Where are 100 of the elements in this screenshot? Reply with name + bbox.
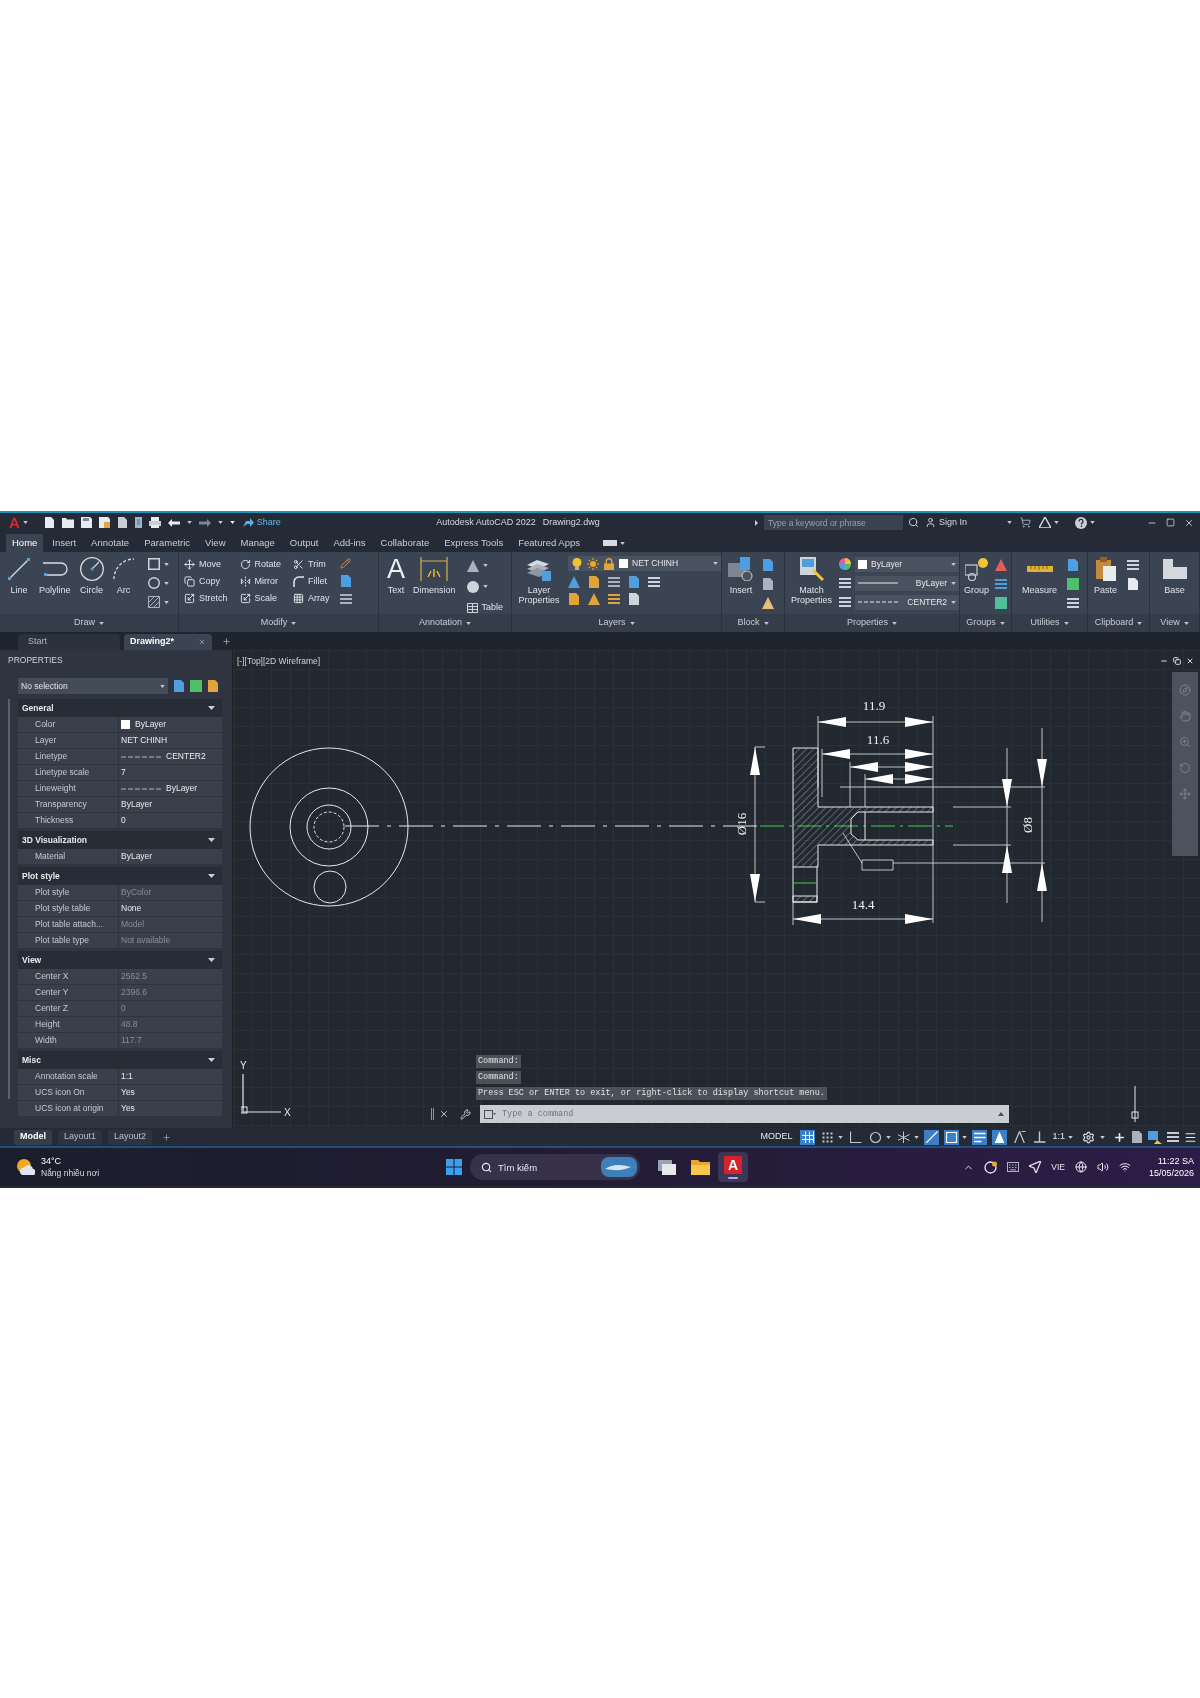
property-value[interactable]: ByLayer	[166, 782, 198, 795]
color-wheel-icon[interactable]	[839, 558, 851, 570]
panel-title-button[interactable]: View	[1150, 614, 1199, 632]
panel-title-button[interactable]: Draw	[0, 614, 178, 632]
property-value[interactable]: 0	[121, 814, 126, 827]
ring-dot-icon[interactable]	[984, 1160, 998, 1174]
page-icon[interactable]	[628, 593, 640, 605]
ribbon-tab[interactable]: Express Tools	[438, 534, 510, 552]
triangle-outline-icon[interactable]	[1012, 1129, 1028, 1145]
panel-title-button[interactable]: Layers	[512, 614, 721, 632]
clock-date[interactable]: 15/05/2026	[1148, 1167, 1194, 1179]
page-icon[interactable]	[568, 593, 580, 605]
ribbon-tab[interactable]: Collaborate	[374, 534, 436, 552]
page-icon[interactable]	[588, 576, 600, 588]
ribbon-tool-button[interactable]: Dimension	[411, 552, 458, 595]
navigation-arrow-icon[interactable]	[1029, 1161, 1042, 1173]
lock-icon[interactable]	[603, 557, 615, 570]
ribbon-tool-button[interactable]: Circle	[77, 552, 106, 595]
window-triangle-icon[interactable]	[1148, 1130, 1162, 1144]
ribbon-tool-button[interactable]: Layer Properties	[516, 552, 562, 605]
close-icon[interactable]	[439, 1109, 449, 1119]
page-icon[interactable]	[1127, 578, 1139, 590]
page-icon[interactable]	[173, 680, 185, 692]
property-value[interactable]: None	[121, 902, 142, 915]
circle-icon[interactable]	[466, 580, 479, 593]
panel-title-button[interactable]: Block	[722, 614, 784, 632]
section-header[interactable]: 3D Visualization	[18, 831, 222, 849]
asterisk-icon[interactable]	[896, 1129, 912, 1145]
ribbon-tab[interactable]: Add-ins	[327, 534, 372, 552]
printer-icon[interactable]	[148, 517, 161, 528]
ribbon-tool-button[interactable]: Table	[466, 599, 504, 616]
property-value[interactable]: ByLayer	[121, 850, 153, 863]
model-space-button[interactable]: MODEL	[757, 1129, 796, 1145]
inverted-t-icon[interactable]	[1032, 1129, 1048, 1145]
diagonal-line-icon[interactable]	[924, 1129, 940, 1145]
volume-icon[interactable]	[1096, 1161, 1109, 1173]
search-field[interactable]: Type a keyword or phrase	[764, 515, 903, 530]
property-value[interactable]: 1:1	[121, 1070, 133, 1083]
ribbon-tool-button[interactable]: Polyline	[37, 552, 73, 595]
ribbon-tab[interactable]: Featured Apps	[512, 534, 586, 552]
ribbon-tool-button[interactable]: Rotate	[239, 556, 282, 573]
lines-icon[interactable]	[1067, 597, 1079, 609]
undo-icon[interactable]	[167, 518, 180, 527]
minimize-icon[interactable]	[1160, 657, 1168, 665]
expand-arrow-icon[interactable]	[755, 519, 758, 526]
document-tab[interactable]: Drawing2*	[124, 634, 212, 650]
bulb-icon[interactable]	[571, 557, 583, 570]
keyboard-icon[interactable]	[1007, 1161, 1020, 1173]
wrench-icon[interactable]	[460, 1108, 471, 1120]
save-as-icon[interactable]	[98, 517, 110, 528]
ribbon-tool-button[interactable]: Match Properties	[789, 552, 834, 605]
section-header[interactable]: Plot style	[18, 867, 222, 885]
page-icon[interactable]	[1131, 1131, 1143, 1143]
close-tab-icon[interactable]	[198, 638, 206, 646]
panel-title-button[interactable]: Properties	[785, 614, 959, 632]
ribbon-tab[interactable]: Annotate	[85, 534, 136, 552]
lines-icon[interactable]	[1167, 1131, 1179, 1143]
property-value[interactable]: ByLayer	[121, 798, 153, 811]
layout-tab[interactable]: Model	[14, 1129, 52, 1145]
circle-icon[interactable]	[868, 1129, 884, 1145]
search-icon[interactable]	[908, 517, 919, 528]
panel-title-button[interactable]: Clipboard	[1088, 614, 1149, 632]
rectangle-icon[interactable]	[147, 558, 160, 570]
ribbon-tab[interactable]: Parametric	[138, 534, 197, 552]
property-value[interactable]: CENTER2	[166, 750, 206, 763]
ribbon-tool-button[interactable]: Paste	[1092, 552, 1119, 595]
panel-title-button[interactable]: Annotation	[379, 614, 511, 632]
panel-title-button[interactable]: Utilities	[1012, 614, 1087, 632]
menu-icon[interactable]	[1184, 1130, 1197, 1144]
lines-icon[interactable]	[972, 1129, 988, 1145]
ribbon-tab[interactable]: Manage	[234, 534, 281, 552]
ribbon-tool-button[interactable]: Move	[184, 556, 228, 573]
right-angle-icon[interactable]	[848, 1129, 864, 1145]
hatch-icon[interactable]	[147, 596, 160, 608]
panel-title-button[interactable]: Groups	[960, 614, 1011, 632]
panel-title-button[interactable]: Modify	[179, 614, 378, 632]
lines-icon[interactable]	[1127, 559, 1139, 571]
redo-icon[interactable]	[198, 518, 211, 527]
ribbon-tool-button[interactable]: Line	[6, 552, 32, 595]
start-menu-icon[interactable]	[446, 1159, 462, 1175]
ribbon-tab[interactable]: Output	[283, 534, 325, 552]
close-icon[interactable]	[1184, 517, 1194, 528]
property-dropdown[interactable]: CENTER2	[855, 594, 959, 610]
command-input-field[interactable]: Type a command	[480, 1105, 1009, 1123]
ribbon-tool-button[interactable]: Trim	[293, 556, 330, 573]
property-value[interactable]: ByLayer	[135, 718, 167, 731]
sun-icon[interactable]	[587, 557, 599, 570]
section-header[interactable]: View	[18, 951, 222, 969]
layer-dropdown[interactable]: NET CHINH	[568, 556, 721, 571]
page-icon[interactable]	[207, 680, 219, 692]
property-value[interactable]: Yes	[121, 1102, 135, 1115]
ribbon-tool-button[interactable]: Insert	[726, 552, 756, 595]
lines-icon[interactable]	[648, 576, 660, 588]
weather-condition[interactable]: Nắng nhiều nơi	[41, 1167, 100, 1179]
restore-icon[interactable]	[1173, 657, 1181, 665]
ribbon-tool-button[interactable]: Arc	[110, 552, 137, 595]
phone-icon[interactable]	[134, 517, 142, 528]
selection-dropdown[interactable]: No selection	[18, 678, 168, 694]
save-icon[interactable]	[80, 517, 92, 528]
lines-icon[interactable]	[839, 596, 851, 608]
